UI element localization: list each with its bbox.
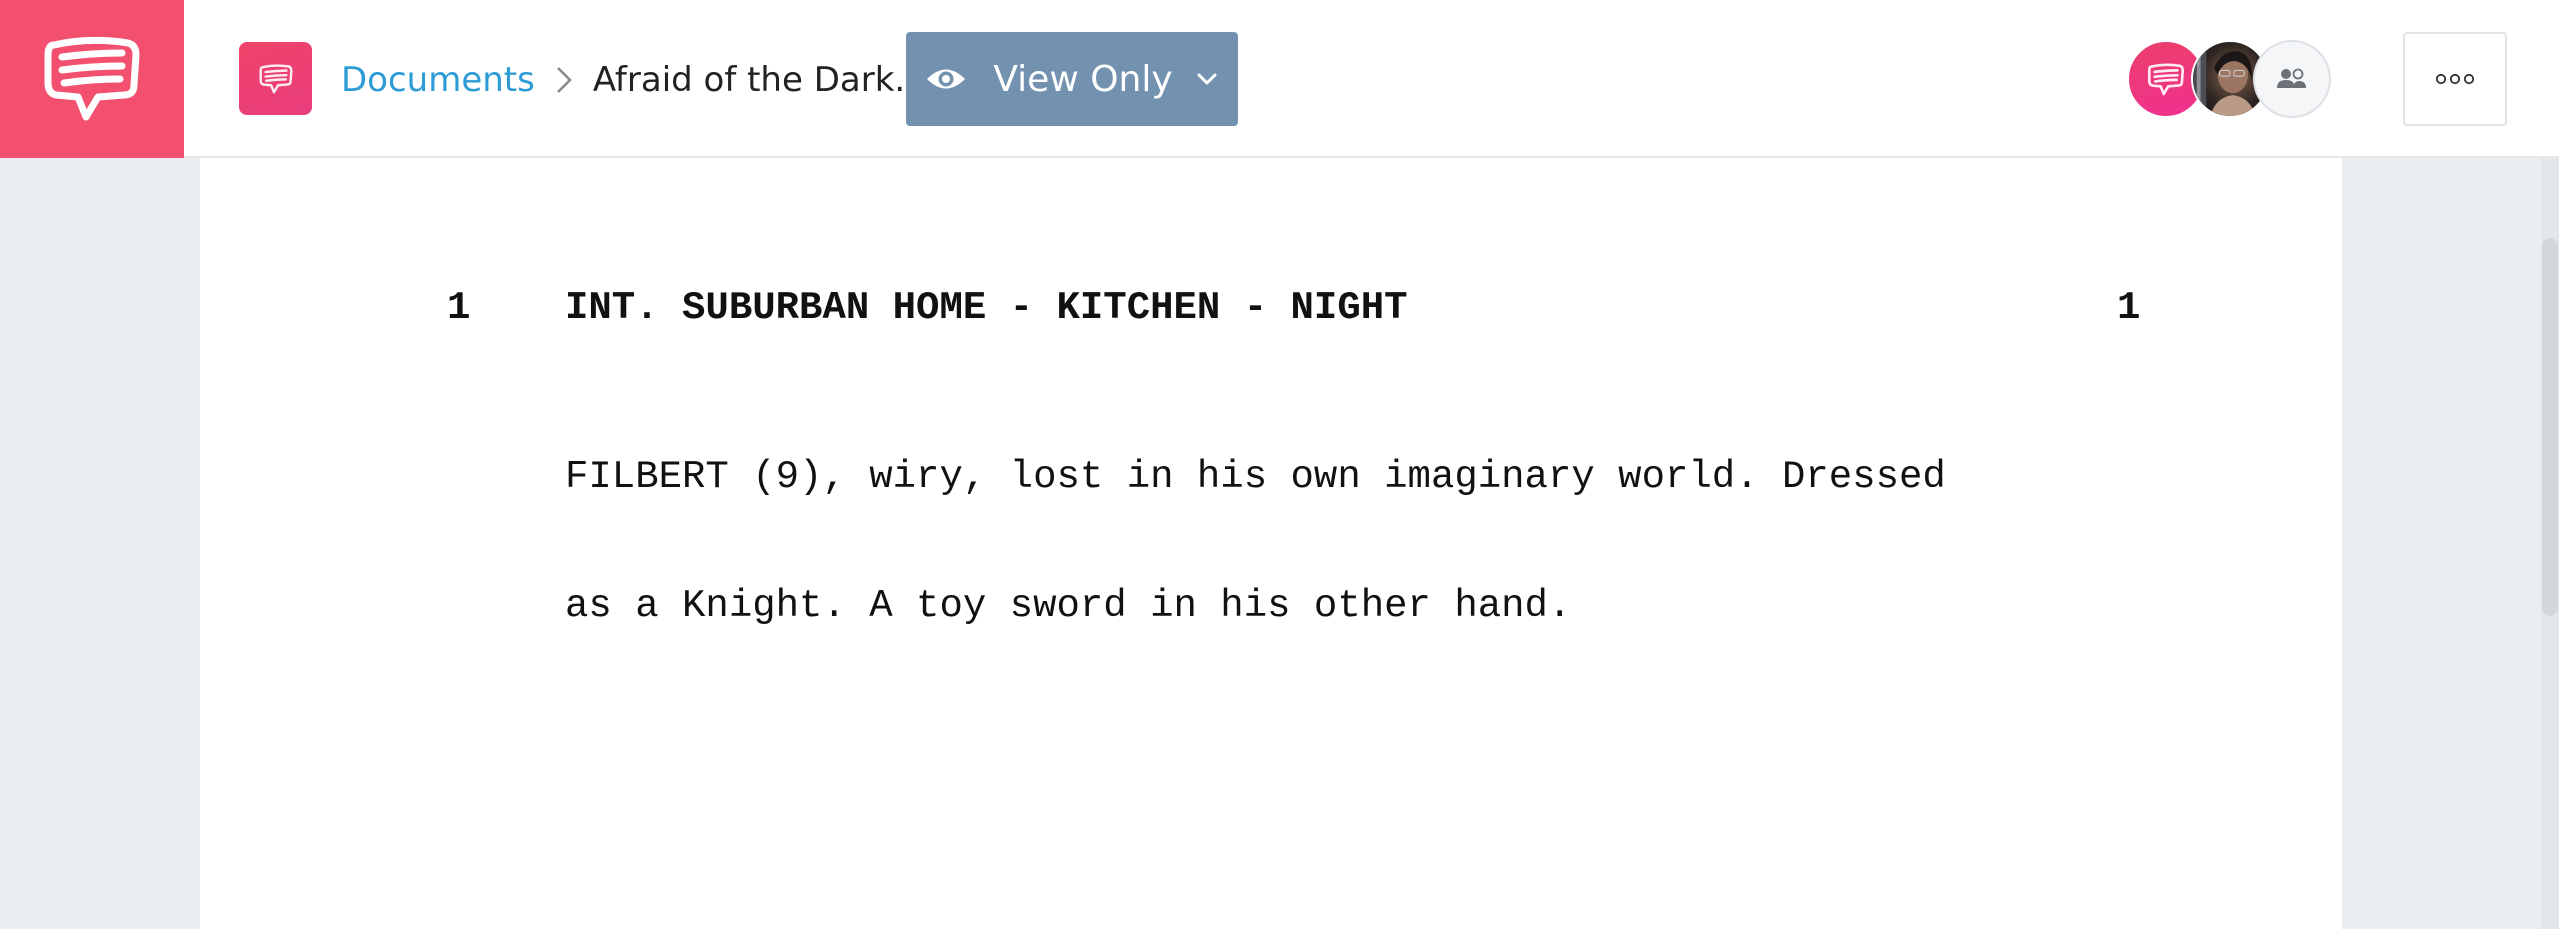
action-line: FILBERT (9), wiry, lost in his own imagi… bbox=[565, 455, 1946, 499]
scrollbar-thumb[interactable] bbox=[2542, 238, 2558, 616]
ellipsis-icon bbox=[2435, 73, 2475, 85]
speech-bubble-icon bbox=[258, 63, 293, 93]
top-bar: Documents Afraid of the Dark.. View Only bbox=[0, 0, 2559, 158]
breadcrumb-documents-link[interactable]: Documents bbox=[341, 60, 535, 100]
scene-heading: INT. SUBURBAN HOME - KITCHEN - NIGHT bbox=[565, 286, 1408, 330]
app-logo[interactable] bbox=[0, 0, 184, 158]
chevron-down-icon bbox=[1197, 73, 1217, 85]
view-mode-label: View Only bbox=[993, 58, 1173, 100]
breadcrumb: Documents Afraid of the Dark.. bbox=[341, 52, 916, 108]
scene-number-left: 1 bbox=[447, 286, 471, 330]
eye-icon bbox=[927, 69, 966, 89]
speech-bubble-icon bbox=[44, 36, 140, 121]
action-block: FILBERT (9), wiry, lost in his own imagi… bbox=[565, 370, 1946, 714]
share-collaborators-button[interactable] bbox=[2253, 40, 2331, 118]
vertical-scrollbar[interactable] bbox=[2541, 158, 2559, 929]
document-title: Afraid of the Dark.. bbox=[592, 60, 917, 100]
chevron-right-icon bbox=[556, 67, 572, 93]
more-options-button[interactable] bbox=[2403, 32, 2507, 126]
action-line: as a Knight. A toy sword in his other ha… bbox=[565, 584, 1572, 628]
people-icon bbox=[2277, 68, 2306, 88]
script-page: 1 INT. SUBURBAN HOME - KITCHEN - NIGHT 1… bbox=[200, 158, 2342, 929]
document-type-badge bbox=[239, 42, 312, 115]
speech-bubble-icon bbox=[2147, 63, 2185, 95]
scene-number-right: 1 bbox=[2117, 286, 2141, 330]
view-mode-dropdown[interactable]: View Only bbox=[906, 32, 1238, 126]
